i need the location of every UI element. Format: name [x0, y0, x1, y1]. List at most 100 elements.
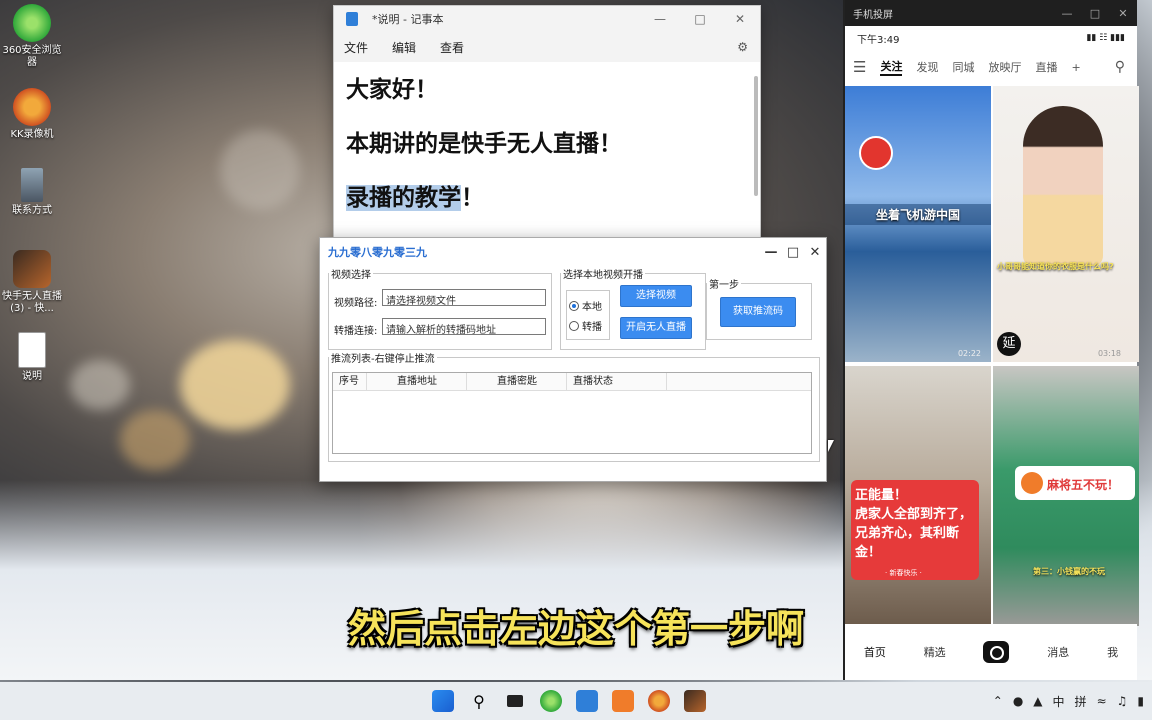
close-icon[interactable]: ✕: [1109, 7, 1137, 20]
menu-file[interactable]: 文件: [344, 39, 368, 56]
maximize-icon[interactable]: □: [680, 12, 720, 26]
desktop-icon-label: 快手无人直播 (3) - 快...: [2, 291, 62, 314]
notepad-icon[interactable]: [576, 690, 598, 712]
volume-icon[interactable]: ♫: [1117, 694, 1128, 708]
radio-relay[interactable]: 转播: [569, 318, 602, 333]
video-tile[interactable]: 坐着飞机游中国 02:22: [845, 86, 991, 362]
notepad-menubar: 文件 编辑 查看 ⚙: [334, 32, 760, 62]
menu-icon[interactable]: ☰: [853, 58, 866, 76]
tile-tag: · 新春快乐 ·: [885, 569, 922, 577]
tile-caption: 小哥哥能知道你的衣服是什么吗?: [997, 262, 1114, 271]
signal-battery-icon: ▮▮ ☷ ▮▮▮: [1086, 33, 1125, 43]
notepad-text-area[interactable]: 大家好！ 本期讲的是快手无人直播！ 录播的教学！: [334, 62, 760, 252]
desktop-icon-360-browser[interactable]: 360安全浏览 器: [0, 4, 64, 69]
radio-local[interactable]: 本地: [569, 298, 602, 313]
browser-360-icon: [13, 4, 51, 42]
maximize-icon[interactable]: □: [1081, 7, 1109, 20]
tile-caption: 麻将五不玩！: [1047, 478, 1120, 492]
tab-more[interactable]: +: [1071, 61, 1080, 74]
tray-app-icon[interactable]: ●: [1013, 694, 1023, 708]
desktop-icon-kk-recorder[interactable]: KK录像机: [0, 88, 64, 141]
badge-icon: [859, 136, 893, 170]
notepad-title: *说明 - 记事本: [372, 13, 444, 26]
live-tool-window[interactable]: 九九零八零九零三九 — □ ✕ 视频选择 视频路径: 请选择视频文件 转播连接:…: [319, 237, 827, 482]
tab-cinema[interactable]: 放映厅: [988, 59, 1021, 75]
group-label: 视频选择: [331, 270, 371, 281]
column-header[interactable]: 直播状态: [567, 373, 667, 390]
video-subtitle: 然后点击左边这个第一步啊: [347, 607, 804, 651]
desktop-icon-label: 360安全浏览 器: [2, 45, 62, 68]
system-tray: ⌃ ● ▲ 中 拼 ≈ ♫ ▮: [993, 693, 1144, 710]
scrollbar[interactable]: [754, 76, 758, 196]
tile-duration: 02:22: [957, 349, 981, 358]
person-portrait: [1023, 106, 1103, 266]
mouse-cursor-icon: [828, 440, 834, 452]
phone-mirror-window[interactable]: 手机投屏 — □ ✕ 下午3:49 ▮▮ ☷ ▮▮▮ ☰ 关注 发现 同城 放映…: [843, 0, 1139, 680]
stream-list-table[interactable]: 序号 直播地址 直播密匙 直播状态: [332, 372, 812, 454]
phone-window-titlebar[interactable]: 手机投屏 — □ ✕: [845, 0, 1137, 26]
task-view-icon[interactable]: [504, 690, 526, 712]
minimize-icon[interactable]: —: [760, 245, 782, 260]
notepad-window[interactable]: *说明 - 记事本 — □ ✕ 文件 编辑 查看 ⚙ 大家好！ 本期讲的是快手无…: [333, 5, 761, 241]
menu-edit[interactable]: 编辑: [392, 39, 416, 56]
desktop-icon-contact[interactable]: 联系方式: [0, 168, 64, 217]
tool-titlebar[interactable]: 九九零八零九零三九 — □ ✕: [320, 238, 826, 266]
relay-input[interactable]: 请输入解析的转播码地址: [382, 318, 546, 336]
text-suffix: ！: [461, 185, 484, 211]
column-header[interactable]: 序号: [333, 373, 367, 390]
maximize-icon[interactable]: □: [782, 245, 804, 260]
notepad-icon: [346, 12, 358, 26]
gear-icon[interactable]: ⚙: [737, 40, 748, 54]
wifi-icon[interactable]: ≈: [1097, 694, 1107, 708]
battery-icon[interactable]: ▮: [1137, 694, 1144, 708]
minimize-icon[interactable]: —: [1053, 7, 1081, 20]
table-header: 序号 直播地址 直播密匙 直播状态: [333, 373, 811, 391]
app-icon[interactable]: [612, 690, 634, 712]
tab-follow[interactable]: 关注: [880, 58, 903, 76]
video-tile[interactable]: 正能量！ 虎家人全部到齐了，兄弟齐心，其利断金！ · 新春快乐 ·: [845, 366, 991, 626]
selected-text: 录播的教学: [346, 185, 461, 211]
taskbar: ⚲ ⌃ ● ▲ 中 拼 ≈ ♫ ▮: [0, 682, 1152, 720]
tile-caption: 坐着飞机游中国: [845, 204, 991, 225]
desktop-icon-app-shortcut[interactable]: 快手无人直播 (3) - 快...: [0, 250, 64, 315]
input-language[interactable]: 中: [1053, 693, 1065, 710]
search-icon[interactable]: ⚲: [468, 690, 490, 712]
text-line: 本期讲的是快手无人直播！: [346, 131, 622, 157]
group-label: 第一步: [709, 280, 739, 291]
tile-badge: 延: [997, 332, 1021, 356]
chevron-up-icon[interactable]: ⌃: [993, 694, 1003, 708]
get-stream-code-button[interactable]: 获取推流码: [720, 297, 796, 327]
radio-selected-icon: [569, 300, 579, 311]
desktop-icon-text-file[interactable]: 说明: [0, 332, 64, 383]
desktop-icon-label: 说明: [22, 371, 42, 382]
tray-app-icon[interactable]: ▲: [1033, 694, 1042, 708]
start-icon[interactable]: [432, 690, 454, 712]
tile-subcaption: 第三：小钱赢的不玩: [1033, 567, 1105, 576]
input-mode[interactable]: 拼: [1075, 693, 1087, 710]
video-path-input[interactable]: 请选择视频文件: [382, 289, 546, 307]
menu-view[interactable]: 查看: [440, 39, 464, 56]
tab-local[interactable]: 同城: [952, 59, 974, 75]
phone-status-bar: 下午3:49 ▮▮ ☷ ▮▮▮: [845, 26, 1137, 50]
tab-live[interactable]: 直播: [1035, 59, 1057, 75]
app-shortcut-icon[interactable]: [684, 690, 706, 712]
browser-360-icon[interactable]: [540, 690, 562, 712]
tab-discover[interactable]: 发现: [916, 59, 938, 75]
kk-recorder-icon[interactable]: [648, 690, 670, 712]
search-icon[interactable]: ⚲: [1115, 59, 1125, 75]
video-tile[interactable]: 麻将五不玩！ 第三：小钱赢的不玩: [993, 366, 1139, 626]
start-live-button[interactable]: 开启无人直播: [620, 317, 692, 339]
desktop-icon-label: 联系方式: [12, 205, 52, 216]
phone-window-title: 手机投屏: [853, 9, 893, 21]
relay-label: 转播连接:: [334, 326, 378, 337]
notepad-titlebar[interactable]: *说明 - 记事本 — □ ✕: [334, 6, 760, 32]
close-icon[interactable]: ✕: [804, 245, 826, 260]
minimize-icon[interactable]: —: [640, 12, 680, 26]
select-video-button[interactable]: 选择视频: [620, 285, 692, 307]
column-header[interactable]: 直播地址: [367, 373, 467, 390]
contact-portrait-icon: [21, 168, 43, 202]
close-icon[interactable]: ✕: [720, 12, 760, 26]
text-line: 大家好！: [346, 77, 438, 103]
video-tile[interactable]: 小哥哥能知道你的衣服是什么吗? 延 03:18: [993, 86, 1139, 362]
column-header[interactable]: 直播密匙: [467, 373, 567, 390]
